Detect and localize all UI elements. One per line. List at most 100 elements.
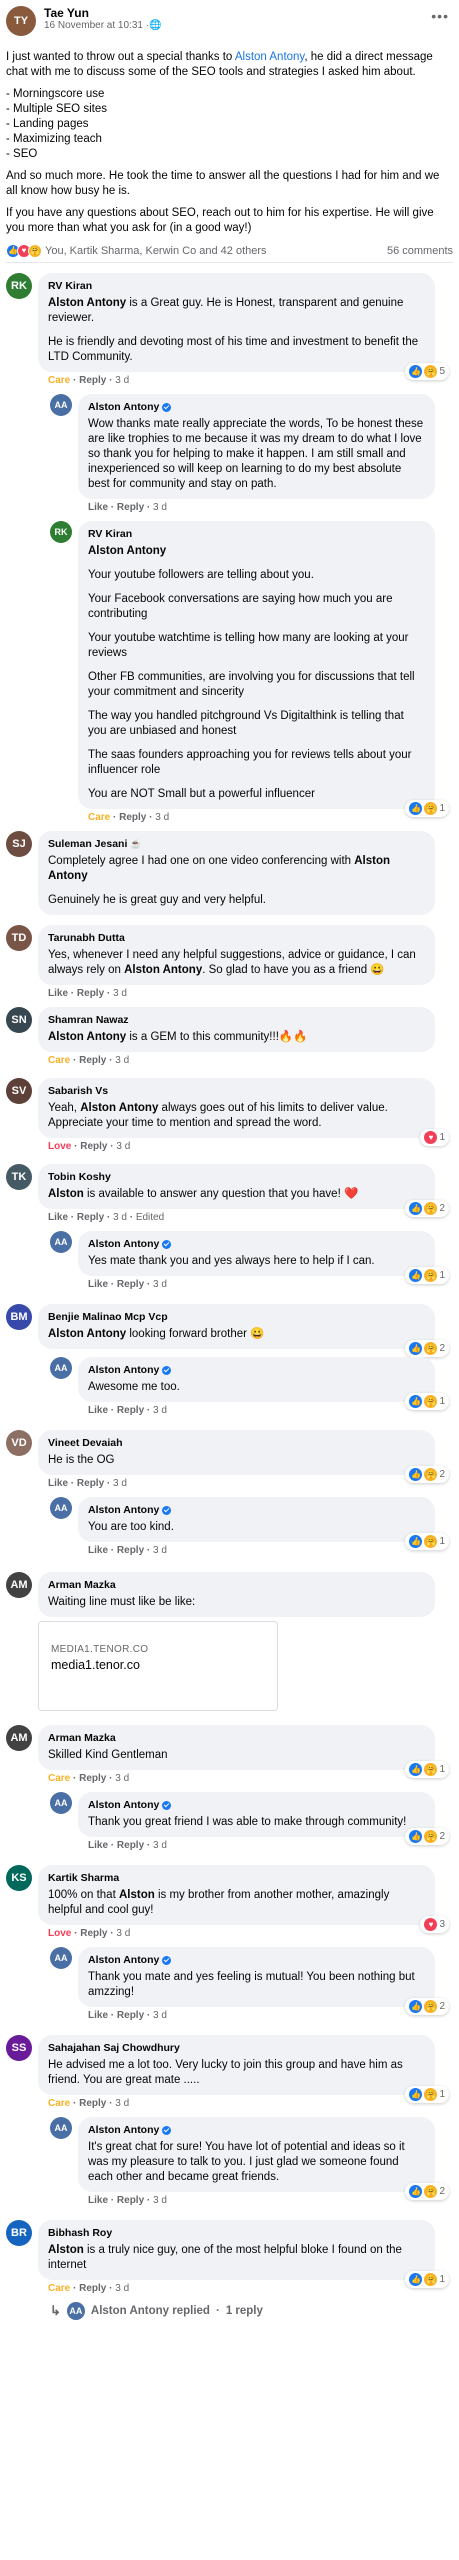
reply-button[interactable]: Reply <box>79 1773 106 1784</box>
view-replies-link[interactable]: ↳ AA Alston Antony replied · 1 reply <box>50 2302 453 2320</box>
reply-button[interactable]: Reply <box>79 2283 106 2294</box>
reaction-button[interactable]: Care <box>48 2098 70 2109</box>
comment-reactions[interactable]: ♥ 1 <box>420 1129 449 1146</box>
comment-timestamp[interactable]: 3 d <box>113 988 127 999</box>
commenter-avatar[interactable]: AA <box>50 394 72 416</box>
reaction-button[interactable]: Like <box>88 1545 108 1556</box>
comment-reactions[interactable]: 👍 🤗 5 <box>405 363 449 380</box>
commenter-name[interactable]: Kartik Sharma <box>48 1871 119 1886</box>
reply-button[interactable]: Reply <box>79 1055 106 1066</box>
comment-reactions[interactable]: 👍 🤗 1 <box>405 2086 449 2103</box>
mention-tag[interactable]: Alston Antony <box>48 297 126 309</box>
commenter-name[interactable]: Tarunabh Dutta <box>48 931 125 946</box>
comment-reactions[interactable]: 👍 🤗 2 <box>405 1340 449 1357</box>
commenter-avatar[interactable]: RK <box>50 521 72 543</box>
comment-timestamp[interactable]: 3 d <box>115 2098 129 2109</box>
commenter-name[interactable]: Alston Antony <box>88 400 159 415</box>
reply-button[interactable]: Reply <box>117 502 144 513</box>
comment-reactions[interactable]: ♥ 3 <box>420 1916 449 1933</box>
commenter-name[interactable]: Alston Antony <box>88 1798 159 1813</box>
reply-button[interactable]: Reply <box>117 1840 144 1851</box>
reaction-button[interactable]: Like <box>88 502 108 513</box>
commenter-name[interactable]: RV Kiran <box>88 527 132 542</box>
commenter-avatar[interactable]: TD <box>6 925 32 951</box>
comment-reactions[interactable]: 👍 🤗 2 <box>405 1998 449 2015</box>
more-options-icon[interactable]: ••• <box>431 8 449 24</box>
commenter-avatar[interactable]: RK <box>6 273 32 299</box>
post-author-name[interactable]: Tae Yun <box>44 6 162 20</box>
commenter-name[interactable]: Alston Antony <box>88 1503 159 1518</box>
reaction-icons[interactable]: 👍 ♥ 🤗 <box>6 243 42 258</box>
reaction-button[interactable]: Like <box>88 1405 108 1416</box>
comment-reactions[interactable]: 👍 🤗 1 <box>405 1393 449 1410</box>
comment-timestamp[interactable]: 3 d <box>113 1478 127 1489</box>
commenter-avatar[interactable]: KS <box>6 1865 32 1891</box>
commenter-name[interactable]: Vineet Devaiah <box>48 1436 123 1451</box>
reaction-button[interactable]: Care <box>48 1055 70 1066</box>
reply-button[interactable]: Reply <box>117 1545 144 1556</box>
mention-tag[interactable]: Alston <box>48 2244 84 2256</box>
reply-button[interactable]: Reply <box>80 1141 107 1152</box>
comment-reactions[interactable]: 👍 🤗 1 <box>405 800 449 817</box>
commenter-avatar[interactable]: AA <box>50 1357 72 1379</box>
commenter-avatar[interactable]: TK <box>6 1164 32 1190</box>
comment-timestamp[interactable]: 3 d <box>113 1212 127 1223</box>
commenter-name[interactable]: Alston Antony <box>88 2123 159 2138</box>
mention-tag[interactable]: Alston Antony <box>124 964 202 976</box>
comment-reactions[interactable]: 👍 🤗 2 <box>405 2183 449 2200</box>
comment-timestamp[interactable]: 3 d <box>153 1279 167 1290</box>
comment-reactions[interactable]: 👍 🤗 1 <box>405 1761 449 1778</box>
commenter-avatar[interactable]: AA <box>50 2117 72 2139</box>
commenter-avatar[interactable]: AM <box>6 1725 32 1751</box>
comment-reactions[interactable]: 👍 🤗 1 <box>405 1533 449 1550</box>
commenter-avatar[interactable]: AA <box>50 1497 72 1519</box>
reply-button[interactable]: Reply <box>79 375 106 386</box>
commenter-name[interactable]: Shamran Nawaz <box>48 1013 129 1028</box>
reaction-button[interactable]: Like <box>88 2010 108 2021</box>
comment-timestamp[interactable]: 3 d <box>155 812 169 823</box>
commenter-name[interactable]: Alston Antony <box>88 1237 159 1252</box>
commenter-avatar[interactable]: VD <box>6 1430 32 1456</box>
comment-timestamp[interactable]: 3 d <box>153 1545 167 1556</box>
commenter-name[interactable]: Suleman Jesani <box>48 837 127 852</box>
commenter-name[interactable]: Sabarish Vs <box>48 1084 108 1099</box>
comment-reactions[interactable]: 👍 🤗 1 <box>405 2271 449 2288</box>
commenter-name[interactable]: Alston Antony <box>88 1363 159 1378</box>
commenter-avatar[interactable]: SJ <box>6 831 32 857</box>
commenter-avatar[interactable]: AA <box>50 1231 72 1253</box>
reaction-button[interactable]: Care <box>48 375 70 386</box>
commenter-name[interactable]: Sahajahan Saj Chowdhury <box>48 2041 180 2056</box>
reaction-button[interactable]: Like <box>88 1840 108 1851</box>
comment-timestamp[interactable]: 3 d <box>153 2010 167 2021</box>
reply-button[interactable]: Reply <box>117 2195 144 2206</box>
commenter-avatar[interactable]: BM <box>6 1304 32 1330</box>
reply-button[interactable]: Reply <box>77 988 104 999</box>
commenter-name[interactable]: Benjie Malinao Mcp Vcp <box>48 1310 168 1325</box>
reply-button[interactable]: Reply <box>117 1405 144 1416</box>
commenter-avatar[interactable]: SV <box>6 1078 32 1104</box>
reply-button[interactable]: Reply <box>79 2098 106 2109</box>
reaction-button[interactable]: Like <box>48 1212 68 1223</box>
commenter-avatar[interactable]: AA <box>50 1792 72 1814</box>
commenter-name[interactable]: Tobin Koshy <box>48 1170 111 1185</box>
author-avatar[interactable]: TY <box>6 6 36 36</box>
mention-tag[interactable]: Alston Antony <box>48 1328 126 1340</box>
commenter-avatar[interactable]: AA <box>50 1947 72 1969</box>
reactions-summary[interactable]: You, Kartik Sharma, Kerwin Co and 42 oth… <box>45 245 267 257</box>
mention-tag[interactable]: Alston Antony <box>48 1031 126 1043</box>
reaction-button[interactable]: Like <box>48 988 68 999</box>
comment-timestamp[interactable]: 3 d <box>115 1055 129 1066</box>
comment-timestamp[interactable]: 3 d <box>115 1773 129 1784</box>
comment-reactions[interactable]: 👍 🤗 1 <box>405 1267 449 1284</box>
commenter-name[interactable]: Arman Mazka <box>48 1578 116 1593</box>
reaction-button[interactable]: Like <box>48 1478 68 1489</box>
commenter-avatar[interactable]: BR <box>6 2220 32 2246</box>
reaction-button[interactable]: Love <box>48 1928 71 1939</box>
commenter-avatar[interactable]: SS <box>6 2035 32 2061</box>
comment-timestamp[interactable]: 3 d <box>116 1141 130 1152</box>
commenter-name[interactable]: RV Kiran <box>48 279 92 294</box>
reply-button[interactable]: Reply <box>117 1279 144 1290</box>
comment-reactions[interactable]: 👍 🤗 2 <box>405 1466 449 1483</box>
reaction-button[interactable]: Like <box>88 2195 108 2206</box>
reaction-button[interactable]: Care <box>48 1773 70 1784</box>
